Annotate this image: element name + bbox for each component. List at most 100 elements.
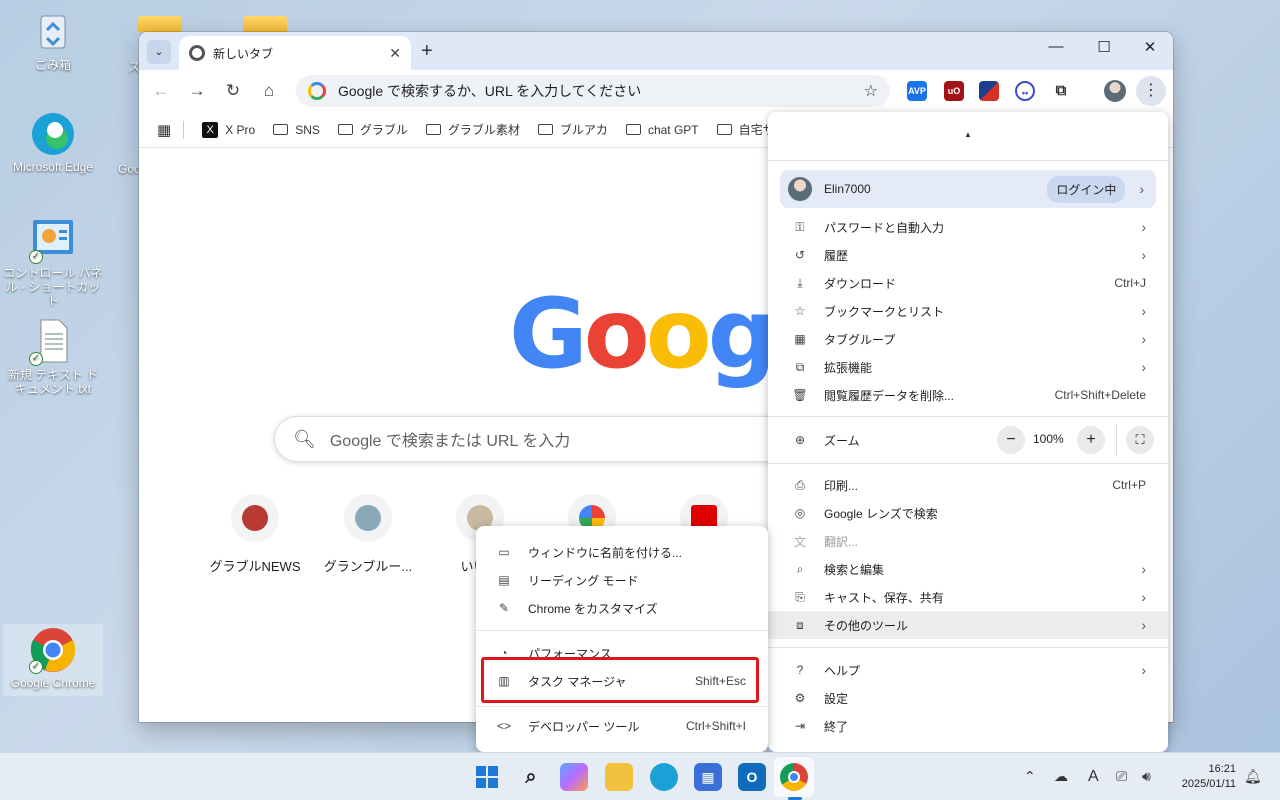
- file-explorer-icon[interactable]: [605, 763, 633, 791]
- copilot-icon[interactable]: [560, 763, 588, 791]
- zoom-in-button[interactable]: +: [1077, 426, 1105, 454]
- menu-item-settings[interactable]: ⚙ 設定: [768, 684, 1168, 712]
- menu-item-google-lens[interactable]: ◎ Google レンズで検索: [768, 499, 1168, 527]
- profile-row[interactable]: Elin7000 ログイン中 ›: [780, 170, 1156, 208]
- bookmark-folder-chatgpt[interactable]: chat GPT: [625, 123, 699, 137]
- home-button[interactable]: ⌂: [257, 79, 281, 103]
- apps-grid-icon[interactable]: ▦: [157, 121, 171, 139]
- tab-search-button[interactable]: ⌄: [147, 40, 171, 64]
- chrome-menu-button[interactable]: ⋮: [1136, 76, 1166, 106]
- menu-item-help[interactable]: ? ヘルプ ›: [768, 656, 1168, 684]
- close-window-button[interactable]: ✕: [1127, 38, 1173, 56]
- chrome-taskbar-icon[interactable]: [780, 763, 808, 791]
- start-button[interactable]: [473, 763, 501, 791]
- chevron-up-icon[interactable]: ⌃: [1024, 768, 1036, 785]
- desktop-icon-edge[interactable]: Microsoft Edge: [3, 110, 103, 175]
- face-extension-icon[interactable]: ••: [1015, 81, 1035, 101]
- edge-icon[interactable]: [650, 763, 678, 791]
- menu-item-history[interactable]: ↺ 履歴 ›: [768, 241, 1168, 269]
- folder-icon[interactable]: [243, 16, 287, 32]
- fullscreen-button[interactable]: ⛶: [1126, 426, 1154, 454]
- pencil-icon: ✎: [498, 601, 510, 615]
- desktop-icon-chrome[interactable]: ✓ Google Chrome: [3, 624, 103, 696]
- menu-item-name-window[interactable]: ▭ ウィンドウに名前を付ける...: [476, 538, 768, 566]
- bookmark-folder-bluearchive[interactable]: ブルアカ: [537, 121, 608, 138]
- desktop-icon-text-file[interactable]: ✓ 新規 テキスト ドキュメント.txt: [3, 318, 103, 397]
- chrome-main-menu: ▲ Elin7000 ログイン中 › ⚿ パスワードと自動入力 › ↺ 履歴 › ⤓ ダウ…: [768, 112, 1168, 752]
- onedrive-icon[interactable]: ☁: [1054, 768, 1068, 785]
- menu-item-extensions[interactable]: ⧉ 拡張機能 ›: [768, 353, 1168, 381]
- reload-button[interactable]: ↻: [221, 79, 245, 103]
- bookmark-label: ブルアカ: [559, 123, 608, 137]
- folder-icon: [716, 124, 732, 135]
- key-icon: ⚿: [795, 219, 805, 234]
- sync-check-icon: ✓: [29, 250, 43, 264]
- outlook-icon[interactable]: O: [738, 763, 766, 791]
- search-icon[interactable]: ⌕: [517, 763, 545, 791]
- ntp-shortcut[interactable]: グランブルー...: [312, 494, 424, 575]
- profile-avatar[interactable]: [1104, 80, 1126, 102]
- menu-item-cast-save-share[interactable]: ⎘ キャスト、保存、共有 ›: [768, 583, 1168, 611]
- maximize-button[interactable]: ☐: [1081, 38, 1127, 56]
- menu-item-more-tools[interactable]: ⧈ その他のツール ›: [768, 611, 1168, 639]
- ime-indicator[interactable]: A: [1088, 768, 1099, 786]
- menu-item-exit[interactable]: ⇥ 終了: [768, 712, 1168, 740]
- x-icon: X: [202, 121, 219, 138]
- menu-item-bookmarks[interactable]: ☆ ブックマークとリスト ›: [768, 297, 1168, 325]
- chevron-right-icon: ›: [1141, 303, 1146, 319]
- google-g-icon: [308, 82, 326, 100]
- menu-item-find-edit[interactable]: ⌕ 検索と編集 ›: [768, 555, 1168, 583]
- menu-item-developer-tools[interactable]: <> デベロッパー ツール Ctrl+Shift+I: [476, 712, 768, 740]
- volume-icon[interactable]: 🔊︎: [1142, 768, 1151, 785]
- menu-item-customize-chrome[interactable]: ✎ Chrome をカスタマイズ: [476, 594, 768, 622]
- avp-extension-icon[interactable]: AVP: [907, 81, 927, 101]
- window-icon: ▭: [498, 545, 510, 559]
- network-icon[interactable]: ⎚: [1116, 768, 1127, 785]
- taskbar: ⌕ ▦ O ⌃ ☁ A ⎚ 🔊︎ 16:21 2025/01/11 🔔︎: [0, 752, 1280, 800]
- ublock-icon[interactable]: uO: [944, 81, 964, 101]
- ntp-search-box[interactable]: 🔍︎ Google で検索または URL を入力: [274, 416, 854, 462]
- toolbox-icon: ⧈: [796, 617, 804, 632]
- menu-item-downloads[interactable]: ⤓ ダウンロード Ctrl+J: [768, 269, 1168, 297]
- chevron-right-icon: ›: [1141, 359, 1146, 375]
- omnibox[interactable]: Google で検索するか、URL を入力してください ☆: [296, 75, 890, 107]
- desktop-icon-recycle-bin[interactable]: ごみ箱: [3, 8, 103, 73]
- folder-icon: [425, 124, 441, 135]
- extensions-puzzle-icon[interactable]: ⧉: [1051, 81, 1071, 101]
- control-panel-icon: ✓: [29, 216, 77, 264]
- trash-icon: 🗑︎: [792, 388, 808, 402]
- menu-item-label: 終了: [824, 719, 849, 734]
- menu-item-tab-groups[interactable]: ▦ タブグループ ›: [768, 325, 1168, 353]
- menu-item-reading-mode[interactable]: ▤ リーディング モード: [476, 566, 768, 594]
- clock[interactable]: 16:21 2025/01/11: [1182, 762, 1236, 792]
- new-tab-button[interactable]: +: [421, 40, 433, 62]
- zoom-value: 100%: [1033, 432, 1064, 446]
- bookmark-folder-granblue-assets[interactable]: グラブル素材: [425, 121, 520, 138]
- zoom-out-button[interactable]: −: [997, 426, 1025, 454]
- back-button[interactable]: ←: [149, 79, 173, 103]
- store-icon[interactable]: ▦: [694, 763, 722, 791]
- ntp-shortcut[interactable]: グラブルNEWS: [199, 494, 311, 575]
- minimize-button[interactable]: —: [1033, 38, 1079, 55]
- menu-item-print[interactable]: ⎙ 印刷... Ctrl+P: [768, 471, 1168, 499]
- download-icon: ⤓: [797, 275, 803, 290]
- forward-button[interactable]: →: [185, 79, 209, 103]
- menu-item-label: Chrome をカスタマイズ: [528, 601, 658, 616]
- tab-close-icon[interactable]: ✕: [389, 45, 401, 62]
- notification-bell-icon[interactable]: 🔔︎: [1244, 768, 1262, 785]
- folder-icon[interactable]: [138, 16, 182, 32]
- menu-item-clear-data[interactable]: 🗑︎ 閲覧履歴データを削除... Ctrl+Shift+Delete: [768, 381, 1168, 409]
- tab-new-tab[interactable]: 新しいタブ ✕: [179, 36, 411, 70]
- menu-item-translate[interactable]: 文 翻訳...: [768, 527, 1168, 555]
- desktop-icon-control-panel[interactable]: ✓ コントロール パネル - ショートカット: [3, 216, 103, 308]
- slash-extension-icon[interactable]: [979, 81, 999, 101]
- settings-icon: ⚙: [794, 691, 806, 705]
- menu-item-passwords[interactable]: ⚿ パスワードと自動入力 ›: [768, 213, 1168, 241]
- bookmark-folder-sns[interactable]: SNS: [273, 123, 320, 137]
- divider: [768, 647, 1168, 648]
- bookmark-folder-granblue[interactable]: グラブル: [337, 121, 408, 138]
- bookmark-star-icon[interactable]: ☆: [864, 81, 878, 101]
- bookmark-x-pro[interactable]: X X Pro: [202, 121, 255, 138]
- profile-name: Elin7000: [824, 182, 871, 196]
- chevron-right-icon: ›: [1139, 181, 1144, 197]
